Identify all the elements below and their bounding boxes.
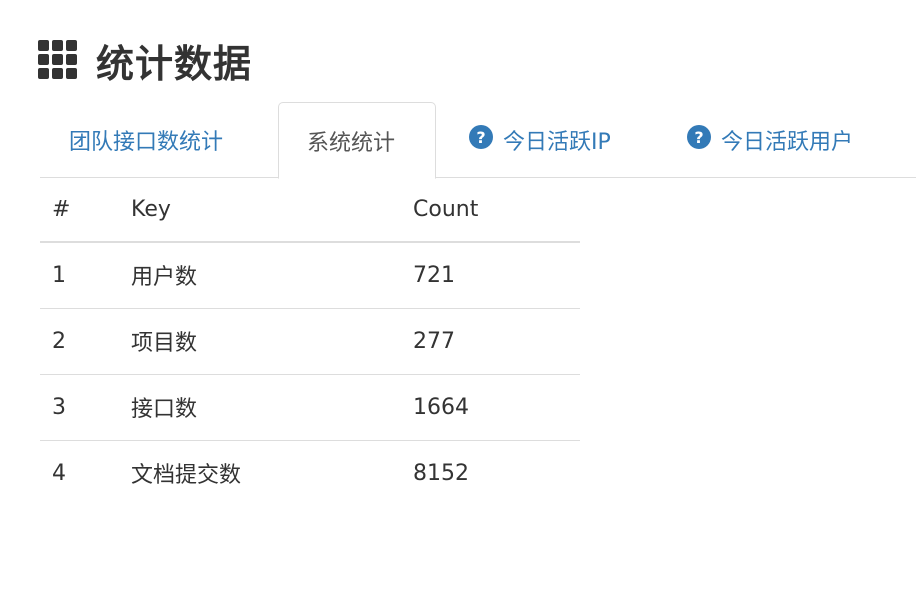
tab-label: 团队接口数统计 <box>69 130 224 155</box>
tab-active-ip-today[interactable]: ? 今日活跃IP <box>436 102 654 178</box>
table-row: 4 文档提交数 8152 <box>40 439 580 506</box>
question-circle-icon: ? <box>687 125 711 149</box>
row-count: 721 <box>413 262 455 288</box>
row-count: 277 <box>413 307 580 374</box>
row-num: 1 <box>52 262 66 288</box>
row-count: 8152 <box>413 439 580 506</box>
row-num: 2 <box>40 307 131 374</box>
th-grid-icon <box>38 40 78 80</box>
tab-bar: 团队接口数统计 系统统计 ? 今日活跃IP ? 今日活跃用户 <box>40 102 916 179</box>
row-key: 用户数 <box>131 265 198 291</box>
tab-active-users-today[interactable]: ? 今日活跃用户 <box>654 102 881 178</box>
row-key: 文档提交数 <box>131 439 413 506</box>
column-header-num: # <box>40 178 131 243</box>
table-header-row: # Key Count <box>40 178 580 243</box>
row-key: 项目数 <box>131 307 413 374</box>
tab-label: 系统统计 <box>307 130 396 156</box>
column-header-count: Count <box>413 178 580 243</box>
row-num: 3 <box>40 373 131 440</box>
tab-label: 今日活跃IP <box>503 130 611 155</box>
page-header: 统计数据 <box>38 30 252 90</box>
tab-label: 今日活跃用户 <box>721 130 854 155</box>
tab-system-stats[interactable]: 系统统计 <box>278 102 436 179</box>
table-row: 1 用户数 721 <box>40 242 580 308</box>
question-circle-icon: ? <box>469 125 493 149</box>
table-row: 2 项目数 277 <box>40 307 580 374</box>
stats-table: # Key Count 1 用户数 721 2 项目数 277 3 接口数 16… <box>40 178 580 506</box>
row-num: 4 <box>40 439 131 506</box>
tab-team-api-stats[interactable]: 团队接口数统计 <box>40 102 278 178</box>
row-key: 接口数 <box>131 373 413 440</box>
page-title: 统计数据 <box>96 41 253 86</box>
table-row: 3 接口数 1664 <box>40 373 580 440</box>
row-count: 1664 <box>413 373 580 440</box>
column-header-key: Key <box>131 178 413 243</box>
